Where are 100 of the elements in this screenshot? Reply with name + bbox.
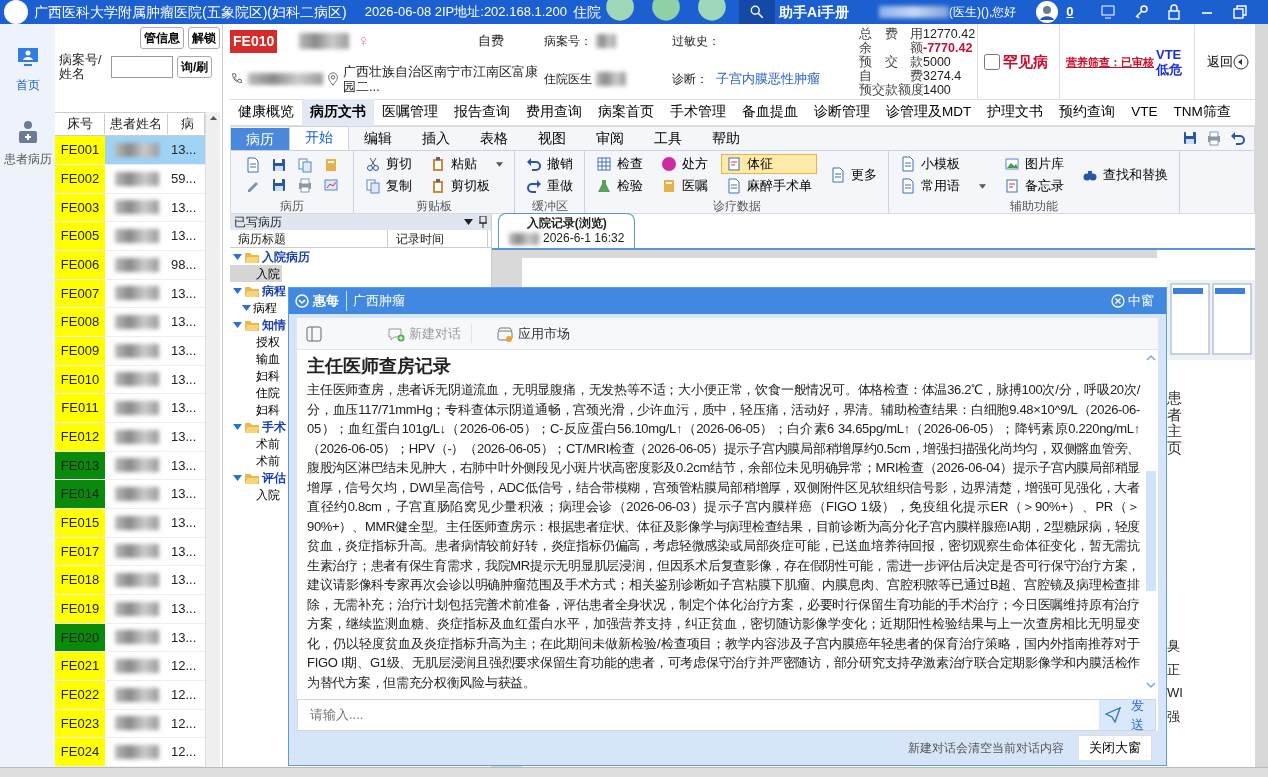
ribbon-button[interactable]: 复制 xyxy=(360,176,417,196)
ribbon-button[interactable]: 撤销 xyxy=(521,154,578,174)
vte-status: VTE低危 xyxy=(1156,47,1183,77)
patient-row[interactable]: FE012 13... xyxy=(55,422,205,452)
patient-row[interactable]: FE008 13... xyxy=(55,308,205,337)
patient-row[interactable]: FE024 12... xyxy=(55,738,205,767)
patient-row[interactable]: FE005 13... xyxy=(55,222,205,251)
tree-item[interactable]: 知情 xyxy=(230,316,288,333)
ribbon-button[interactable]: 剪切板 xyxy=(425,176,508,196)
module-tab[interactable]: 预约查询 xyxy=(1051,99,1124,126)
ribbon-tab[interactable]: 编辑 xyxy=(349,128,407,150)
patient-row[interactable]: FE011 13... xyxy=(55,394,205,423)
message-input[interactable]: 请输入.... 发送 xyxy=(297,699,1156,731)
patient-row[interactable]: FE006 98... xyxy=(55,250,205,280)
patient-row[interactable]: FE001 13... xyxy=(55,136,205,165)
patient-row[interactable]: FE013 13... xyxy=(55,451,205,481)
send-button[interactable]: 发送 xyxy=(1099,700,1155,730)
toolbar-button[interactable]: 应用市场 xyxy=(486,323,580,344)
nutrition-link[interactable]: 营养筛查：已审核 xyxy=(1066,53,1154,71)
tree-item[interactable]: 术前 xyxy=(230,452,282,469)
tree-item[interactable]: 妇科 xyxy=(230,401,282,418)
app-tab[interactable]: 病历 xyxy=(231,128,289,150)
module-tab[interactable]: 备血提血 xyxy=(734,99,806,126)
patient-row[interactable]: FE019 13... xyxy=(55,594,205,624)
ribbon-button[interactable]: 检查 xyxy=(591,154,648,174)
module-tab[interactable]: 报告查询 xyxy=(446,99,518,126)
module-tab[interactable]: 诊管理及MDT xyxy=(878,99,980,126)
tree-item[interactable]: 输血 xyxy=(230,350,282,367)
module-tab[interactable]: 病案首页 xyxy=(590,99,662,126)
close-window-button[interactable]: 关闭大窗 xyxy=(1078,734,1152,762)
window-size-button[interactable]: 中窗 xyxy=(1105,290,1160,312)
ribbon-button[interactable]: 体征 xyxy=(721,154,817,174)
tree-item[interactable]: 评估 xyxy=(230,469,288,486)
module-tab[interactable]: TNM筛查 xyxy=(1165,99,1239,126)
ribbon-button[interactable]: 备忘录 xyxy=(999,176,1069,196)
tree-item[interactable]: 妇科 xyxy=(230,367,282,384)
ribbon-button[interactable]: 图片库 xyxy=(999,154,1069,174)
ribbon-tab[interactable]: 工具 xyxy=(639,128,697,150)
patient-row[interactable]: FE007 13... xyxy=(55,279,205,309)
module-tab[interactable]: 病历文书 xyxy=(302,99,374,126)
module-tab[interactable]: 诊断管理 xyxy=(806,99,878,126)
module-tab[interactable]: 手术管理 xyxy=(662,99,734,126)
patient-row[interactable]: FE022 12... xyxy=(55,680,205,710)
ribbon-button[interactable]: 重做 xyxy=(521,176,578,196)
ribbon-tab[interactable]: 插入 xyxy=(407,128,465,150)
module-tab[interactable]: 护理文书 xyxy=(979,99,1052,126)
nav-item[interactable]: 患者病历 xyxy=(1,118,54,170)
bed-cell: FE017 xyxy=(55,537,105,566)
notification-count[interactable]: 0 xyxy=(1066,2,1074,22)
tree-item[interactable]: 住院 xyxy=(230,384,282,401)
ribbon-tab[interactable]: 开始 xyxy=(289,126,349,150)
tree-item[interactable]: 术前 xyxy=(230,435,282,452)
ribbon-button[interactable]: 小模板 xyxy=(895,154,991,174)
tree-item[interactable]: 手术 xyxy=(230,418,288,435)
ribbon-button[interactable]: 处方 xyxy=(656,154,713,174)
document-tab[interactable]: 入院记录(浏览) 2026-6-1 16:32 xyxy=(498,213,636,248)
back-button[interactable]: 返回 xyxy=(1201,51,1255,73)
module-tab[interactable]: 费用查询 xyxy=(518,99,590,126)
search-button[interactable]: 询/刷 xyxy=(177,56,213,78)
ribbon-tab[interactable]: 帮助 xyxy=(697,128,755,150)
ribbon-button[interactable]: 麻醉手术单 xyxy=(721,176,817,196)
patient-row[interactable]: FE015 13... xyxy=(55,508,205,538)
panel-button[interactable]: 解锁 xyxy=(188,27,220,49)
ribbon-button[interactable]: 常用语 xyxy=(895,176,991,196)
patient-row[interactable]: FE018 13... xyxy=(55,566,205,595)
assistant-link[interactable]: 助手Ai手册 xyxy=(779,1,850,23)
patient-row[interactable]: FE009 13... xyxy=(55,336,205,366)
ribbon-button[interactable]: 检验 xyxy=(591,176,648,196)
patient-row[interactable]: FE014 13... xyxy=(55,480,205,509)
allergy-label: 过敏史： xyxy=(672,33,720,50)
panel-button[interactable]: 管信息 xyxy=(140,27,184,49)
module-tab[interactable]: 健康概览 xyxy=(230,99,302,126)
patient-row[interactable]: FE017 13... xyxy=(55,537,205,567)
doctor-label: 住院医生 xyxy=(544,71,592,88)
ribbon-tab[interactable]: 表格 xyxy=(465,128,523,150)
ribbon-button[interactable]: 更多 xyxy=(825,165,882,185)
tree-item[interactable]: 入院 xyxy=(230,265,282,282)
tree-item[interactable]: 入院 xyxy=(230,486,282,503)
ribbon-button[interactable]: 剪切 xyxy=(360,154,417,174)
ribbon-tab[interactable]: 视图 xyxy=(523,128,581,150)
tree-item[interactable]: 入院病历 xyxy=(230,248,312,265)
patient-row[interactable]: FE023 12... xyxy=(55,709,205,739)
patient-row[interactable]: FE021 12... xyxy=(55,652,205,681)
patient-row[interactable]: FE002 59... xyxy=(55,164,205,194)
column-header: 患者姓名 xyxy=(105,114,168,134)
patient-row[interactable]: FE020 13... xyxy=(55,623,205,653)
table-cell-text: 59... xyxy=(170,169,198,188)
tree-item[interactable]: 病程 xyxy=(230,282,288,299)
patient-row[interactable]: FE010 13... xyxy=(55,365,205,395)
tree-item[interactable]: 病程 xyxy=(230,299,279,316)
module-tab[interactable]: 医嘱管理 xyxy=(374,99,446,126)
ribbon-tab[interactable]: 审阅 xyxy=(581,128,639,150)
ribbon-button[interactable]: 查找和替换 xyxy=(1077,165,1173,185)
ribbon-button[interactable]: 医嘱 xyxy=(656,176,713,196)
ribbon-button[interactable]: 粘贴 xyxy=(425,154,508,174)
module-tab[interactable]: VTE xyxy=(1123,99,1166,126)
tree-item[interactable]: 授权 xyxy=(230,333,282,350)
nav-item[interactable]: 首页 xyxy=(13,44,42,96)
patient-row[interactable]: FE003 13... xyxy=(55,193,205,223)
side-tab[interactable]: 患者主页 xyxy=(1167,390,1182,456)
